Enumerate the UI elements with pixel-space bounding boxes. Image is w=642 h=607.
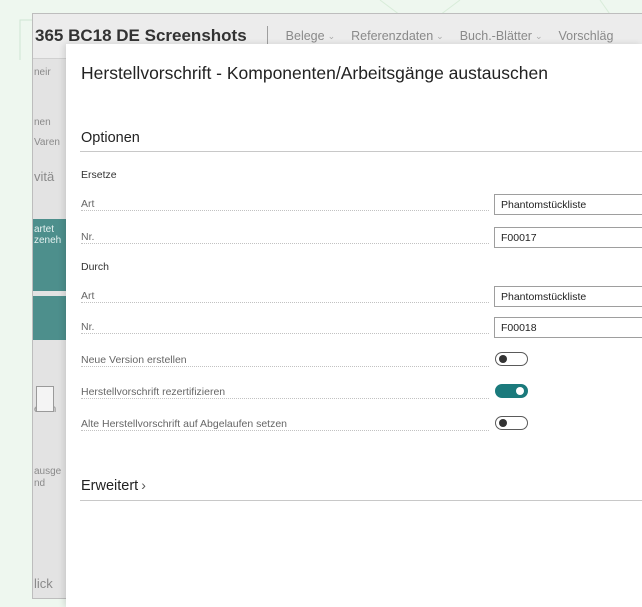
nav-referenzdaten[interactable]: Referenzdaten ⌄: [351, 29, 444, 43]
with-number-field[interactable]: [494, 317, 642, 338]
sidebar-tile: artet zeneh: [33, 219, 67, 291]
sidebar-fragment: nd: [34, 478, 46, 489]
set-expired-toggle[interactable]: [495, 416, 528, 430]
chevron-down-icon: ⌄: [327, 30, 336, 41]
chevron-right-icon: ›: [141, 477, 146, 493]
sidebar-fragment: ausge: [34, 466, 62, 477]
chevron-down-icon: ⌄: [534, 30, 543, 41]
sidebar-tile: [33, 296, 67, 340]
nav-vorschlaege[interactable]: Vorschläg: [559, 29, 614, 43]
new-version-label: Neue Version erstellen: [81, 354, 489, 367]
sidebar-fragment: artet: [34, 224, 55, 235]
toggle-knob: [516, 387, 524, 395]
with-type-field[interactable]: [494, 286, 642, 307]
replace-number-label: Nr.: [81, 231, 489, 244]
section-divider: [80, 500, 642, 501]
nav-buch-blaetter[interactable]: Buch.-Blätter ⌄: [460, 29, 543, 43]
sidebar-fragment: lick: [34, 576, 53, 591]
replace-number-field[interactable]: [494, 227, 642, 248]
sidebar-fragment: vitä: [34, 169, 55, 184]
app-title: 365 BC18 DE Screenshots: [35, 26, 247, 45]
section-divider: [80, 151, 642, 152]
sidebar-fragment: nen: [34, 117, 51, 128]
recertify-label: Herstellvorschrift rezertifizieren: [81, 386, 489, 399]
replace-group-label: Ersetze: [81, 169, 117, 181]
sidebar-fragment: zeneh: [34, 235, 62, 246]
document-icon: [36, 386, 54, 412]
nav-label: Belege: [285, 29, 325, 43]
recertify-toggle[interactable]: [495, 384, 528, 398]
header-separator: [266, 26, 268, 46]
nav-belege[interactable]: Belege ⌄: [286, 29, 335, 43]
with-group-label: Durch: [81, 261, 110, 273]
options-section-title[interactable]: Optionen: [81, 130, 140, 146]
with-number-label: Nr.: [81, 321, 489, 334]
sidebar-fragment: neir: [34, 67, 51, 78]
dialog-title: Herstellvorschrift - Komponenten/Arbeits…: [81, 63, 548, 83]
with-type-label: Art: [81, 290, 489, 303]
replace-type-field[interactable]: [494, 194, 642, 215]
replace-type-label: Art: [81, 198, 489, 211]
advanced-section-title: Erweitert: [81, 478, 139, 494]
toggle-knob: [499, 419, 507, 427]
nav-label: Vorschläg: [558, 29, 614, 43]
toggle-knob: [499, 355, 507, 363]
new-version-toggle[interactable]: [495, 352, 528, 366]
set-expired-label: Alte Herstellvorschrift auf Abgelaufen s…: [81, 418, 489, 431]
advanced-section-toggle[interactable]: Erweitert ›: [81, 477, 146, 494]
sidebar-fragment: Varen: [34, 137, 60, 148]
chevron-down-icon: ⌄: [436, 30, 444, 41]
replace-components-dialog: Herstellvorschrift - Komponenten/Arbeits…: [66, 44, 642, 607]
nav-label: Buch.-Blätter: [459, 29, 532, 43]
nav-label: Referenzdaten: [351, 29, 434, 43]
